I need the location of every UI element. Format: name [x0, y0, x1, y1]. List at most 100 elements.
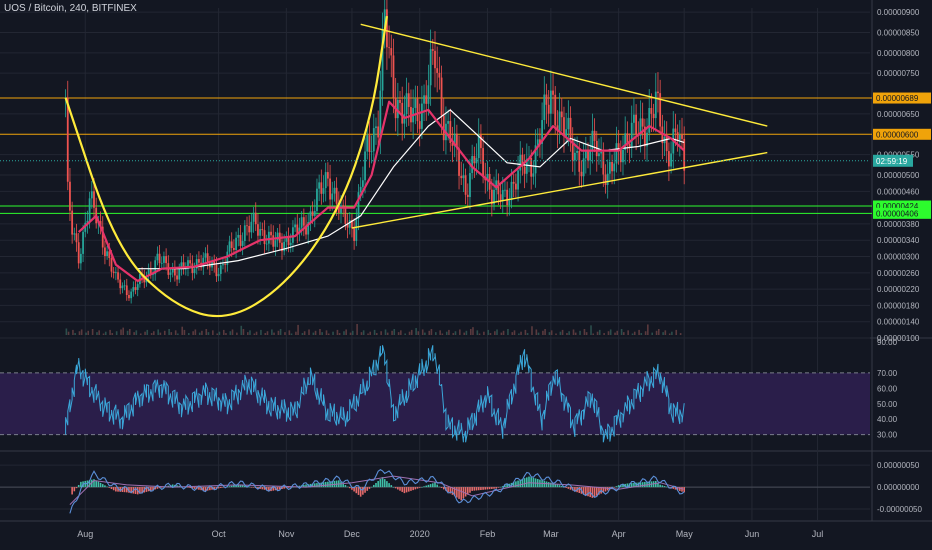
volume-bar [139, 333, 142, 335]
macd-histogram-bar [663, 486, 666, 488]
volume-bar [452, 333, 455, 335]
candle-body [254, 212, 257, 225]
candle-body [372, 128, 375, 152]
volume-bar [301, 333, 304, 335]
candle-body [628, 143, 631, 148]
volume-bar [336, 329, 339, 335]
macd-histogram-bar [112, 487, 115, 491]
volume-bar [345, 329, 347, 335]
candle-body [368, 135, 371, 152]
macd-histogram-bar [547, 482, 550, 488]
volume-bar [98, 330, 100, 335]
candle-body [193, 268, 196, 274]
volume-bar [201, 330, 203, 335]
x-tick-label: Feb [480, 529, 496, 539]
candle-body [300, 217, 303, 228]
volume-bar [622, 332, 625, 335]
volume-bar [555, 333, 557, 335]
volume-bar [170, 332, 173, 335]
volume-bar [314, 330, 317, 335]
volume-bar [531, 326, 533, 335]
candle-body [560, 111, 563, 118]
candle-body [119, 279, 122, 289]
candle-body [364, 151, 366, 181]
volume-bar [115, 331, 118, 335]
candle-body [578, 150, 581, 172]
macd-histogram-bar [491, 487, 493, 489]
volume-bar [620, 329, 623, 335]
volume-bar [507, 329, 509, 335]
macd-histogram-bar [368, 487, 371, 489]
macd-histogram-bar [545, 481, 548, 488]
volume-bar [338, 333, 341, 335]
volume-bar [417, 331, 420, 335]
candle-body [104, 247, 106, 257]
volume-bar [218, 331, 221, 335]
candle-body [659, 93, 662, 127]
macd-histogram-bar [473, 487, 476, 491]
volume-bar [242, 329, 245, 335]
candle-body [650, 108, 653, 114]
macd-histogram-bar [567, 487, 570, 489]
candle-body [388, 47, 390, 49]
candle-body [79, 253, 82, 264]
volume-bar [544, 329, 546, 335]
rsi-y-tick-label: 70.00 [877, 369, 898, 378]
volume-bar [483, 331, 485, 335]
candle-body [473, 156, 476, 164]
candle-body [648, 108, 651, 133]
volume-bar [240, 325, 243, 335]
candle-body [114, 272, 117, 274]
volume-bar [198, 332, 201, 335]
macd-histogram-bar [390, 485, 393, 488]
volume-bar [627, 330, 629, 335]
macd-histogram-bar [230, 485, 233, 488]
volume-bar [120, 329, 122, 335]
macd-histogram-bar [593, 487, 596, 497]
volume-bar [548, 332, 551, 335]
macd-histogram-bar [106, 486, 108, 488]
x-tick-label: 2020 [410, 529, 430, 539]
volume-bar [640, 333, 643, 335]
volume-bar [430, 329, 433, 335]
candle-body [508, 200, 511, 206]
candle-body [191, 263, 194, 274]
y-tick-label: 0.00000380 [877, 220, 920, 229]
macd-histogram-bar [366, 487, 369, 491]
volume-bar [679, 333, 682, 335]
candle-body [641, 118, 644, 127]
candle-body [250, 221, 253, 233]
volume-bar [222, 329, 225, 335]
candle-body [241, 240, 244, 246]
volume-bar [67, 331, 70, 335]
macd-histogram-bar [372, 484, 375, 488]
candle-body [407, 93, 410, 107]
macd-histogram-bar [587, 487, 589, 497]
y-tick-label: 0.00000260 [877, 269, 920, 278]
macd-histogram-bar [440, 487, 443, 489]
candle-body [477, 134, 480, 159]
candle-body [554, 94, 557, 126]
macd-histogram-bar [377, 481, 379, 488]
y-tick-label: 0.00000850 [877, 28, 920, 37]
volume-bar [102, 333, 105, 335]
candle-body [436, 68, 439, 73]
candle-body [219, 265, 222, 274]
volume-bar [321, 332, 323, 335]
macd-histogram-bar [287, 487, 290, 488]
candle-body [545, 94, 548, 105]
volume-bar [535, 329, 538, 335]
macd-histogram-bar [484, 487, 487, 490]
candle-body [77, 242, 80, 264]
volume-bar [80, 329, 83, 335]
candle-body [447, 121, 450, 124]
volume-bar [308, 329, 310, 335]
candle-body [165, 256, 168, 264]
macd-histogram-bar [423, 486, 425, 488]
macd-histogram-bar [429, 484, 432, 488]
candle-body [340, 205, 342, 213]
volume-bar [150, 333, 153, 335]
macd-y-tick-label: 0.00000050 [877, 461, 920, 470]
volume-bar [163, 330, 166, 335]
candle-body [420, 103, 423, 129]
